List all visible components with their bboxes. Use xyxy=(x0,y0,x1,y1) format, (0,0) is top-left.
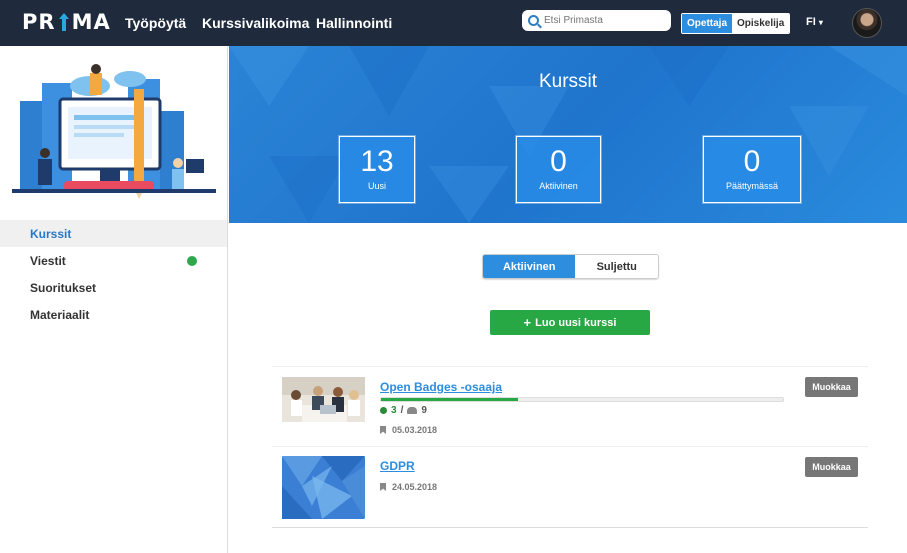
sidebar: Kurssit Viestit Suoritukset Materiaalit xyxy=(0,46,228,553)
sidebar-item-label: Kurssit xyxy=(30,226,72,241)
stat-label: Päättymässä xyxy=(725,181,779,191)
sidebar-item-completions[interactable]: Suoritukset xyxy=(0,274,227,301)
logo-arrow-icon xyxy=(57,13,71,31)
courses-hero-banner: Kurssit 13 Uusi 0 Aktiivinen 0 Päättymäs… xyxy=(229,46,907,223)
sidebar-item-materials[interactable]: Materiaalit xyxy=(0,301,227,328)
edit-course-button[interactable]: Muokkaa xyxy=(805,377,858,397)
search-input[interactable] xyxy=(544,15,662,26)
separator: / xyxy=(400,405,404,416)
user-avatar[interactable] xyxy=(852,8,882,38)
course-stats: 3 / 9 xyxy=(380,405,427,416)
course-thumbnail-image[interactable] xyxy=(282,456,365,519)
role-teacher-button[interactable]: Opettaja xyxy=(682,14,733,33)
bookmark-icon xyxy=(380,483,386,491)
create-course-label: Luo uusi kurssi xyxy=(535,316,617,329)
badge-count: 3 xyxy=(391,405,397,416)
bookmark-icon xyxy=(380,426,386,434)
filter-active-tab[interactable]: Aktiivinen xyxy=(483,255,576,278)
workspace-illustration xyxy=(12,64,216,199)
sidebar-item-label: Suoritukset xyxy=(30,280,97,295)
date-text: 24.05.2018 xyxy=(392,482,438,492)
unread-indicator-dot xyxy=(187,256,197,266)
language-label: FI xyxy=(806,16,816,28)
nav-link-course-catalog[interactable]: Kurssivalikoima xyxy=(202,15,309,31)
nav-link-dashboard[interactable]: Työpöytä xyxy=(125,15,186,31)
course-progress-bar xyxy=(380,397,784,402)
date-text: 05.03.2018 xyxy=(392,425,438,435)
filter-closed-tab[interactable]: Suljettu xyxy=(575,255,658,278)
search-icon xyxy=(528,15,539,26)
stat-label: Uusi xyxy=(367,181,386,191)
course-list-item: GDPR 24.05.2018 Muokkaa xyxy=(272,446,868,528)
stat-new-courses[interactable]: 13 Uusi xyxy=(339,136,415,203)
top-navigation-bar: PR MA Työpöytä Kurssivalikoima Hallinnoin… xyxy=(0,0,907,46)
stat-label: Aktiivinen xyxy=(539,181,578,191)
participant-count: 9 xyxy=(421,405,427,416)
stat-value: 0 xyxy=(550,145,567,178)
role-student-button[interactable]: Opiskelija xyxy=(732,14,790,33)
course-list-item: Open Badges -osaaja 3 / 9 05.03.2018 Muo… xyxy=(272,366,868,446)
search-box[interactable] xyxy=(522,10,671,31)
stat-value: 0 xyxy=(743,145,761,178)
progress-fill xyxy=(381,398,518,401)
plus-icon: + xyxy=(523,315,532,330)
trophy-icon xyxy=(380,407,387,414)
stat-active-courses[interactable]: 0 Aktiivinen xyxy=(516,136,601,203)
prima-logo[interactable]: PR MA xyxy=(22,10,111,34)
course-title-link[interactable]: Open Badges -osaaja xyxy=(380,380,502,394)
course-status-filter: Aktiivinen Suljettu xyxy=(482,254,659,279)
language-selector[interactable]: FI ▾ xyxy=(806,16,823,28)
sidebar-item-label: Viestit xyxy=(30,253,66,268)
sidebar-item-messages[interactable]: Viestit xyxy=(0,247,227,274)
course-date: 05.03.2018 xyxy=(380,425,437,435)
nav-link-administration[interactable]: Hallinnointi xyxy=(316,15,392,31)
course-date: 24.05.2018 xyxy=(380,482,437,492)
edit-course-button[interactable]: Muokkaa xyxy=(805,457,858,477)
course-thumbnail-image[interactable] xyxy=(282,377,365,422)
users-icon xyxy=(407,407,418,414)
stat-ending-courses[interactable]: 0 Päättymässä xyxy=(703,136,801,203)
create-course-button[interactable]: + Luo uusi kurssi xyxy=(490,310,650,335)
role-switcher: Opettaja Opiskelija xyxy=(681,13,791,34)
page-title: Kurssit xyxy=(538,71,598,92)
course-title-link[interactable]: GDPR xyxy=(380,459,415,473)
sidebar-item-courses[interactable]: Kurssit xyxy=(0,220,227,247)
chevron-down-icon: ▾ xyxy=(818,18,823,27)
stat-value: 13 xyxy=(360,145,394,178)
sidebar-item-label: Materiaalit xyxy=(30,307,90,322)
